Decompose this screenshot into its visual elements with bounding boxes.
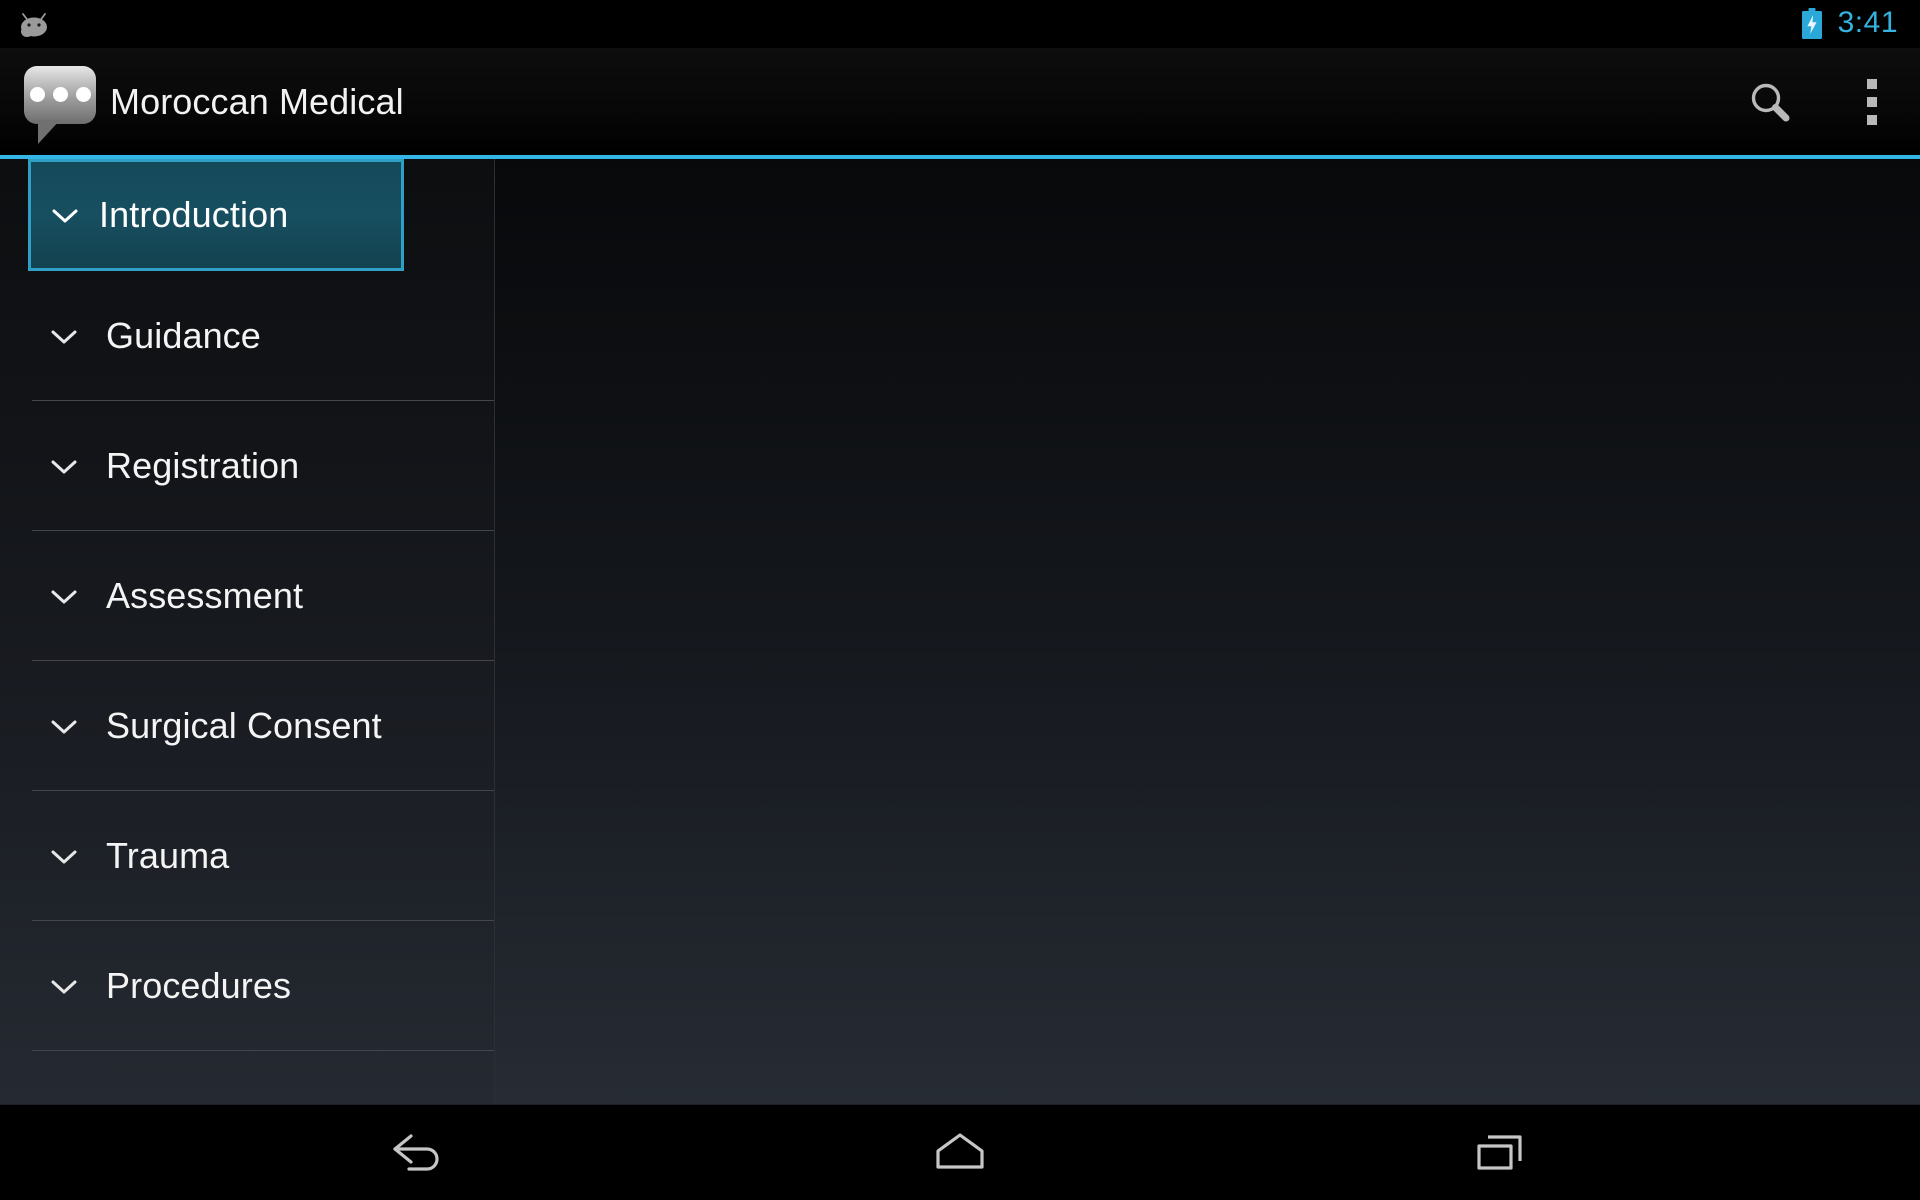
sidebar-navigation-list[interactable]: Introduction Guidance Registration Asses… [0, 159, 495, 1104]
main-content-area: Introduction Guidance Registration Asses… [0, 159, 1920, 1104]
category-list: Introduction Guidance Registration Asses… [0, 159, 494, 1104]
battery-charging-icon [1800, 8, 1824, 40]
sidebar-item-label: Surgical Consent [106, 705, 382, 746]
chevron-down-icon [44, 316, 84, 356]
chevron-down-icon [44, 1096, 84, 1104]
action-bar: Moroccan Medical [0, 48, 1920, 155]
home-button[interactable] [900, 1105, 1020, 1200]
android-tablet-screen: 3:41 Moroccan Medical Introduction Guida… [0, 0, 1920, 1200]
sidebar-item-label: Introduction [99, 194, 289, 235]
search-icon [1746, 78, 1794, 126]
sidebar-item-label: Procedures [106, 965, 292, 1006]
status-bar-notifications[interactable] [14, 9, 54, 39]
sidebar-item-introduction[interactable]: Introduction [28, 159, 404, 271]
chevron-down-icon [44, 446, 84, 486]
sidebar-item-label: Guidance [106, 315, 261, 356]
search-button[interactable] [1716, 48, 1824, 155]
recent-apps-button[interactable] [1440, 1105, 1560, 1200]
bubble-dot-3 [75, 87, 91, 102]
bubble-dot-2 [52, 87, 68, 102]
status-bar-system-icons: 3:41 [1800, 8, 1898, 40]
app-home-button[interactable] [24, 65, 96, 144]
chevron-down-icon [44, 706, 84, 746]
home-icon [930, 1129, 990, 1177]
sidebar-item-trauma[interactable]: Trauma [0, 791, 494, 921]
sidebar-item-label: Registration [106, 445, 300, 486]
sidebar-item-procedures[interactable]: Procedures [0, 921, 494, 1051]
chevron-down-icon [44, 836, 84, 876]
sidebar-item-registration[interactable]: Registration [0, 401, 494, 531]
bubble-dot-1 [29, 87, 45, 102]
chevron-down-icon [45, 195, 85, 235]
sidebar-item-label: Trauma [106, 835, 230, 876]
overflow-menu-button[interactable] [1824, 48, 1920, 155]
speech-bubble-dots [24, 66, 96, 124]
sidebar-item-partial[interactable] [0, 1051, 494, 1104]
android-bean-icon [14, 9, 54, 39]
sidebar-item-label: Assessment [106, 575, 304, 616]
page-title: Moroccan Medical [110, 80, 404, 122]
overflow-menu-icon [1867, 78, 1877, 125]
back-button[interactable] [360, 1105, 480, 1200]
detail-content-pane [495, 159, 1920, 1104]
chevron-down-icon [44, 966, 84, 1006]
speech-bubble-icon [24, 65, 96, 144]
overflow-dot-1 [1867, 78, 1877, 89]
sidebar-item-guidance[interactable]: Guidance [0, 271, 494, 401]
chevron-down-icon [44, 576, 84, 616]
recent-apps-icon [1472, 1129, 1528, 1177]
status-bar: 3:41 [0, 0, 1920, 48]
action-bar-actions [1716, 48, 1920, 155]
back-arrow-icon [389, 1128, 451, 1178]
system-navigation-bar [0, 1104, 1920, 1200]
status-bar-clock: 3:41 [1837, 6, 1898, 39]
overflow-dot-3 [1867, 114, 1877, 125]
sidebar-item-surgical-consent[interactable]: Surgical Consent [0, 661, 494, 791]
sidebar-item-assessment[interactable]: Assessment [0, 531, 494, 661]
overflow-dot-2 [1867, 96, 1877, 107]
